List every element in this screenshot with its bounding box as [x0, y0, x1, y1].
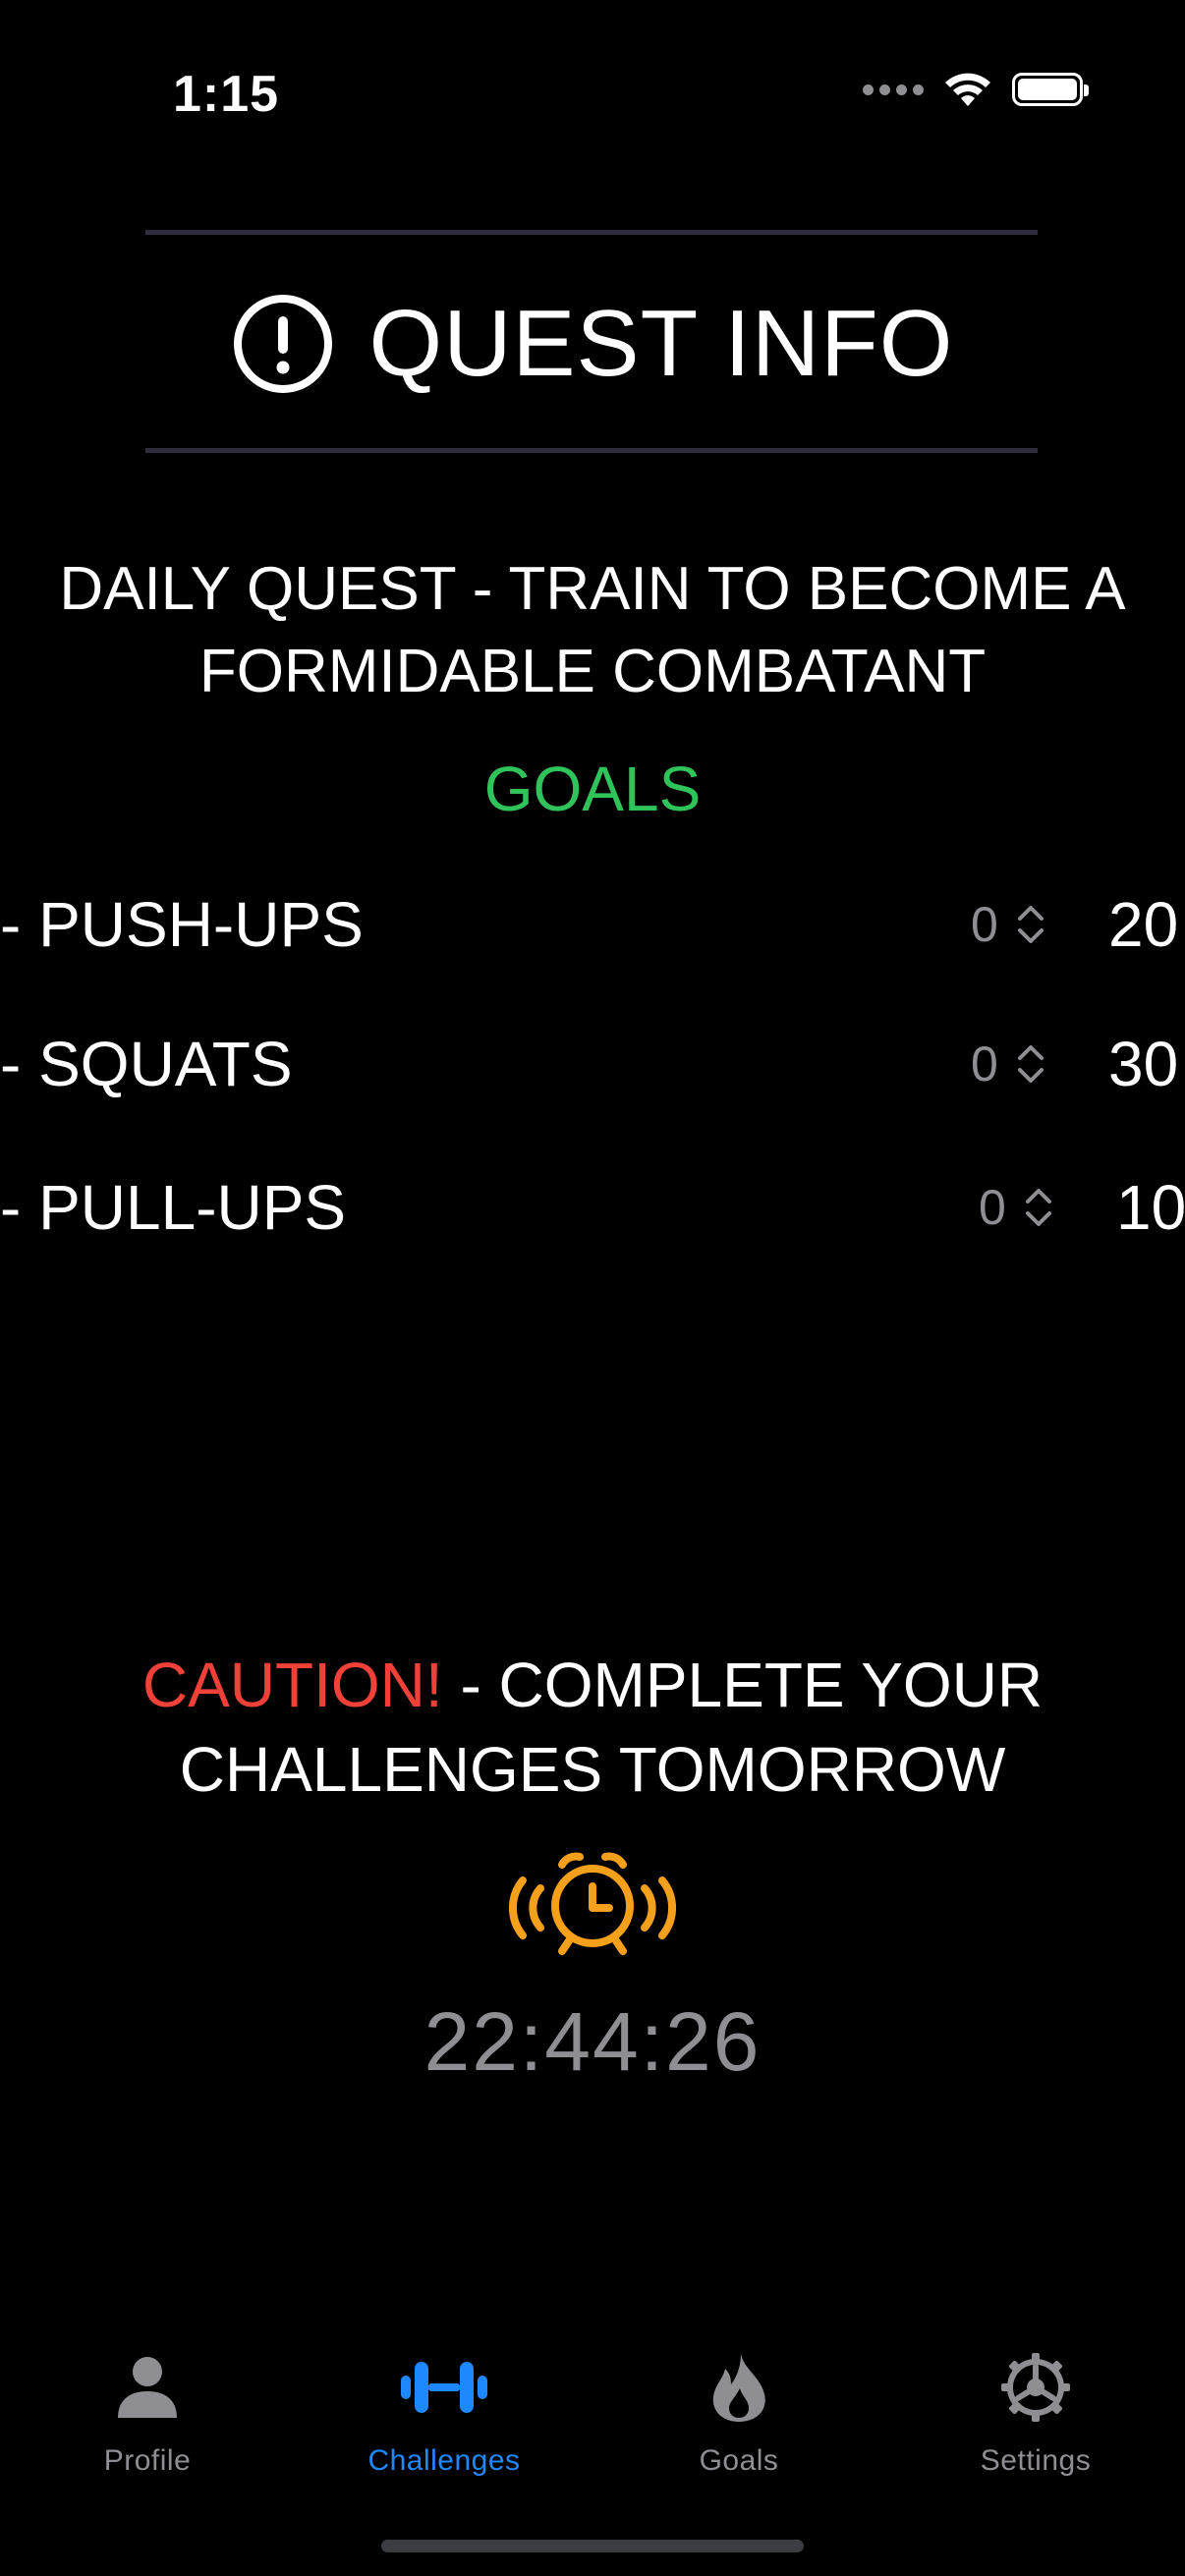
tab-label: Goals	[699, 2444, 779, 2477]
tab-challenges[interactable]: Challenges	[297, 2338, 592, 2478]
goal-current-value: 0	[971, 897, 998, 952]
status-time: 1:15	[173, 66, 280, 123]
header-divider-top	[145, 230, 1038, 235]
goal-stepper[interactable]: 0	[971, 1020, 1045, 1108]
goal-current-value: 0	[979, 1180, 1006, 1235]
goal-current-value: 0	[971, 1036, 998, 1092]
caution-label: CAUTION!	[141, 1650, 443, 1720]
goal-row-pull-ups: - PULL-UPS 0 10	[0, 1163, 1185, 1252]
countdown-timer: 22:44:26	[423, 1995, 762, 2088]
goals-heading: GOALS	[483, 754, 702, 824]
goal-stepper[interactable]: 0	[979, 1163, 1053, 1252]
tab-goals[interactable]: Goals	[592, 2338, 886, 2478]
goal-row-squats: - SQUATS 0 30	[0, 1020, 1185, 1108]
tab-bar: Profile Challenges Goals Settings	[0, 2338, 1185, 2495]
goal-target: 10	[1116, 1172, 1185, 1243]
goal-label: - PUSH-UPS	[0, 889, 364, 960]
tab-label: Challenges	[367, 2444, 521, 2477]
up-down-chevron-icon	[1017, 1045, 1044, 1083]
goal-label: - SQUATS	[0, 1029, 293, 1099]
caution-message: CAUTION! - COMPLETE YOUR CHALLENGES TOMO…	[59, 1643, 1126, 1812]
goal-target: 30	[1108, 1029, 1179, 1099]
header: QUEST INFO	[0, 285, 1185, 403]
wifi-icon	[945, 73, 990, 106]
gear-icon	[1001, 2353, 1070, 2422]
battery-icon	[1012, 73, 1089, 106]
goal-label: - PULL-UPS	[0, 1172, 347, 1243]
status-icons	[863, 71, 1089, 108]
tab-label: Settings	[980, 2444, 1092, 2477]
up-down-chevron-icon	[1025, 1189, 1051, 1226]
dumbbell-icon	[401, 2362, 487, 2413]
person-icon	[118, 2357, 177, 2418]
goal-stepper[interactable]: 0	[971, 880, 1045, 969]
up-down-chevron-icon	[1017, 906, 1044, 943]
cellular-signal-icon	[863, 84, 924, 95]
tab-label: Profile	[103, 2444, 192, 2477]
alarm-clock-icon	[509, 1852, 676, 1955]
tab-settings[interactable]: Settings	[888, 2338, 1183, 2478]
flame-icon	[712, 2353, 765, 2422]
goal-row-push-ups: - PUSH-UPS 0 20	[0, 880, 1185, 969]
exclamation-circle-icon	[233, 295, 332, 393]
page-title: QUEST INFO	[368, 291, 954, 396]
home-indicator[interactable]	[381, 2540, 804, 2552]
quest-title: DAILY QUEST - TRAIN TO BECOME A FORMIDAB…	[59, 555, 1126, 705]
goal-target: 20	[1108, 889, 1179, 960]
tab-profile[interactable]: Profile	[0, 2338, 295, 2478]
header-divider-bottom	[145, 448, 1038, 453]
